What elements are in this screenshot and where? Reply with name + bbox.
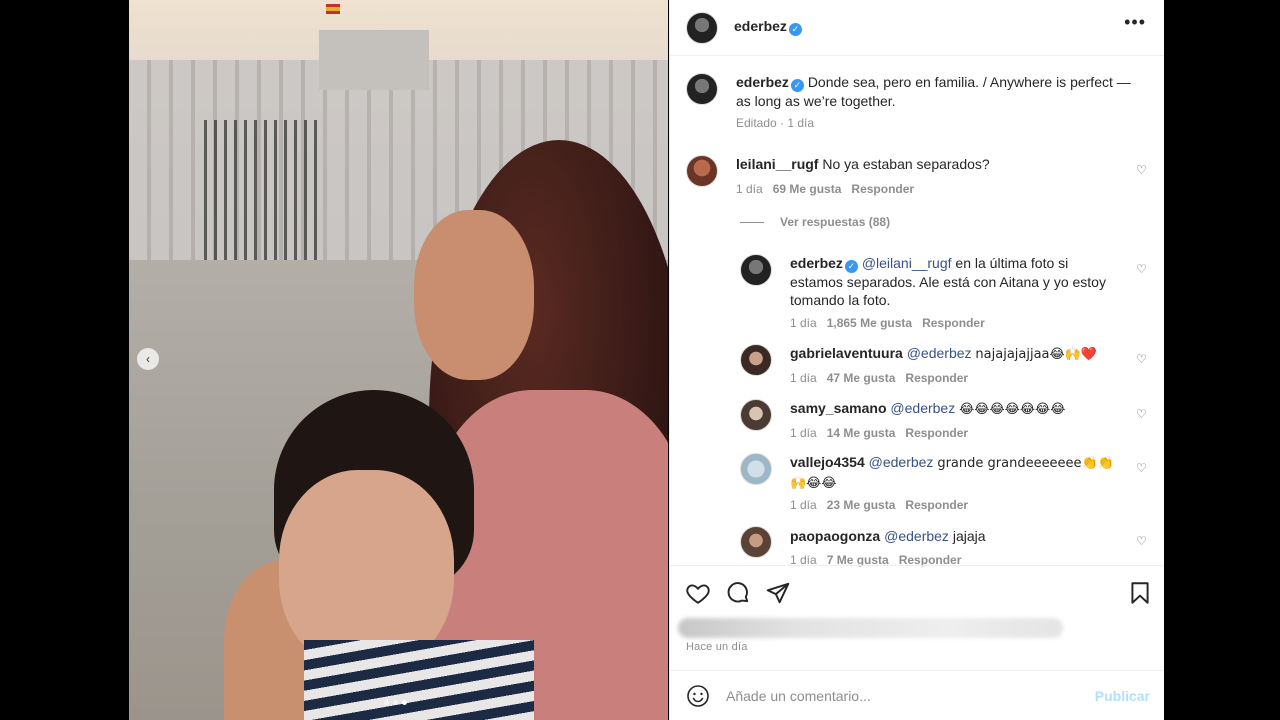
heart-icon[interactable]: ♡ — [1136, 164, 1148, 176]
reply-mention[interactable]: @ederbez — [907, 345, 972, 361]
view-replies-button[interactable]: Ver respuestas (88) — [740, 215, 890, 229]
heart-icon[interactable]: ♡ — [1136, 462, 1148, 474]
reply-username[interactable]: paopaogonza — [790, 528, 880, 544]
reply-likes[interactable]: 1,865 Me gusta — [827, 316, 912, 330]
send-icon[interactable] — [765, 580, 791, 606]
reply: ederbez ✓ @leilani__rugf en la última fot… — [790, 254, 1125, 309]
photo-girl-shirt — [304, 640, 534, 720]
reply: vallejo4354 @ederbez grande grandeeeeeee… — [790, 453, 1125, 493]
instagram-post-viewer: ‹ ederbez ✓ ••• ederbez ✓ Donde sea, pero … — [0, 0, 1280, 720]
heart-icon[interactable]: ♡ — [1136, 353, 1148, 365]
publish-button[interactable]: Publicar — [1095, 688, 1150, 704]
reply-text: najajajajjaa😂🙌❤️ — [975, 347, 1098, 362]
avatar[interactable] — [740, 399, 772, 431]
comment-time: 1 día — [736, 182, 763, 196]
avatar[interactable] — [740, 254, 772, 286]
add-comment-bar: Publicar — [670, 670, 1164, 720]
avatar[interactable] — [686, 12, 718, 44]
photo-woman-face — [414, 210, 534, 380]
reply: gabrielaventuura @ederbez najajajajjaa😂🙌… — [790, 344, 1125, 364]
caption-edited: Editado · 1 día — [736, 116, 815, 130]
likes-summary-blurred — [678, 618, 1063, 638]
smiley-icon[interactable] — [686, 684, 710, 708]
replies-divider — [740, 221, 764, 223]
post-time: Hace un día — [686, 641, 748, 653]
carousel-dots — [384, 700, 407, 705]
reply-username[interactable]: samy_samano — [790, 400, 887, 416]
reply-button[interactable]: Responder — [851, 182, 914, 196]
bookmark-icon[interactable] — [1127, 580, 1153, 606]
reply-time: 1 día — [790, 371, 817, 385]
caption-username[interactable]: ederbez — [736, 74, 789, 90]
comment-likes[interactable]: 69 Me gusta — [773, 182, 842, 196]
verified-icon: ✓ — [790, 79, 804, 92]
comment: leilani__rugf No ya estaban separados? — [736, 155, 1116, 173]
avatar[interactable] — [740, 453, 772, 485]
reply-button[interactable]: Responder — [922, 316, 985, 330]
comment-input[interactable] — [726, 684, 1066, 708]
avatar[interactable] — [686, 73, 718, 105]
verified-icon: ✓ — [844, 260, 858, 273]
comment-meta: 1 día 69 Me gusta Responder — [736, 182, 914, 196]
verified-icon: ✓ — [788, 23, 802, 36]
reply-meta: 1 día 47 Me gusta Responder — [790, 371, 968, 385]
comment-icon[interactable] — [725, 580, 751, 606]
more-icon[interactable]: ••• — [1124, 12, 1146, 33]
heart-icon[interactable]: ♡ — [1136, 535, 1148, 547]
carousel-dot-active — [402, 700, 407, 705]
reply-button[interactable]: Responder — [905, 426, 968, 440]
header-username[interactable]: ederbez — [734, 18, 787, 34]
reply-mention[interactable]: @ederbez — [890, 400, 955, 416]
photo-palace-tower — [319, 30, 429, 90]
post-header: ederbez ✓ ••• — [670, 0, 1164, 56]
reply-time: 1 día — [790, 498, 817, 512]
avatar[interactable] — [740, 526, 772, 558]
reply-likes[interactable]: 47 Me gusta — [827, 371, 896, 385]
reply-mention[interactable]: @leilani__rugf — [862, 255, 952, 271]
reply-meta: 1 día 14 Me gusta Responder — [790, 426, 968, 440]
chevron-left-icon[interactable]: ‹ — [137, 348, 159, 370]
reply-button[interactable]: Responder — [905, 371, 968, 385]
reply-time: 1 día — [790, 316, 817, 330]
reply-mention[interactable]: @ederbez — [869, 454, 934, 470]
carousel-dot — [393, 700, 398, 705]
reply-username[interactable]: vallejo4354 — [790, 454, 865, 470]
reply-mention[interactable]: @ederbez — [884, 528, 949, 544]
reply-username[interactable]: gabrielaventuura — [790, 345, 903, 361]
reply-meta: 1 día 1,865 Me gusta Responder — [790, 316, 985, 330]
reply-text: 😂😂😂😂😂😂😂 — [959, 402, 1066, 417]
caption: ederbez ✓ Donde sea, pero en familia. / A… — [736, 73, 1136, 110]
reply-likes[interactable]: 14 Me gusta — [827, 426, 896, 440]
heart-icon[interactable] — [685, 580, 711, 606]
heart-icon[interactable]: ♡ — [1136, 408, 1148, 420]
photo-flag — [326, 4, 340, 14]
reply-username[interactable]: ederbez — [790, 255, 843, 271]
comment-text: No ya estaban separados? — [822, 156, 990, 172]
avatar[interactable] — [740, 344, 772, 376]
view-replies-label: Ver respuestas (88) — [780, 215, 891, 229]
reply-time: 1 día — [790, 426, 817, 440]
carousel-dot — [384, 700, 389, 705]
reply-text: jajaja — [952, 528, 986, 544]
photo-gate — [204, 120, 324, 260]
heart-icon[interactable]: ♡ — [1136, 263, 1148, 275]
header-username-wrap: ederbez ✓ — [734, 18, 802, 36]
reply: paopaogonza @ederbez jajaja — [790, 527, 1125, 545]
avatar[interactable] — [686, 155, 718, 187]
reply-likes[interactable]: 23 Me gusta — [827, 498, 896, 512]
comment-username[interactable]: leilani__rugf — [736, 156, 818, 172]
reply: samy_samano @ederbez 😂😂😂😂😂😂😂 — [790, 399, 1125, 419]
action-bar — [670, 565, 1164, 617]
reply-button[interactable]: Responder — [905, 498, 968, 512]
reply-meta: 1 día 23 Me gusta Responder — [790, 498, 968, 512]
post-side-panel: ederbez ✓ ••• ederbez ✓ Donde sea, pero en… — [669, 0, 1164, 720]
post-photo: ‹ — [129, 0, 668, 720]
